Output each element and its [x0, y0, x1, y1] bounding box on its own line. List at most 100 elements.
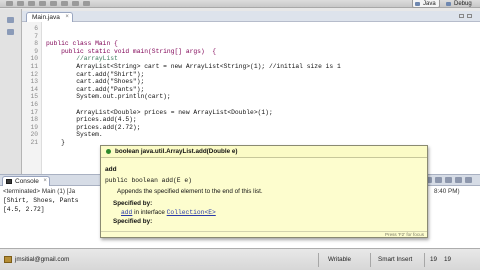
javadoc-footer: Press 'F2' for focus — [101, 231, 427, 238]
code-line: 6 — [22, 25, 480, 32]
line-number: 18 — [30, 116, 38, 124]
status-project: jmsitial@gmail.com — [15, 256, 70, 263]
line-number: 12 — [30, 70, 38, 78]
javadoc-specified-by-line: add in interface Collection<E> — [121, 209, 216, 216]
code-line: 13 cart.add("Shoes"); — [22, 78, 480, 85]
code-text: ArrayList<String> cart = new ArrayList<S… — [46, 63, 341, 70]
console-icon — [6, 179, 12, 184]
code-text: cart.add("Pants"); — [46, 85, 145, 93]
close-icon[interactable]: × — [65, 13, 69, 22]
code-text: cart.add("Shoes"); — [46, 78, 145, 86]
code-line: 15 System.out.println(cart); — [22, 93, 480, 100]
left-trim-bar — [0, 9, 22, 174]
editor-window-controls — [459, 14, 472, 18]
code-text: prices.add(2.72); — [46, 123, 141, 131]
javadoc-specified-by-label-2: Specified by: — [113, 218, 153, 225]
new-class-icon[interactable] — [72, 1, 79, 6]
perspective-debug-button[interactable]: Debug — [444, 0, 475, 8]
line-number: 7 — [34, 32, 38, 40]
new-file-icon[interactable] — [6, 1, 13, 6]
minimize-icon[interactable] — [459, 14, 464, 18]
main-toolbar: Java Debug — [0, 0, 480, 8]
status-divider — [318, 253, 319, 267]
javadoc-interface-text: in interface — [132, 209, 167, 216]
perspective-debug-label: Debug — [454, 1, 472, 7]
open-console-icon[interactable] — [465, 177, 472, 183]
status-writable: Writable — [328, 256, 351, 263]
line-number: 14 — [30, 85, 38, 93]
code-line: 17 ArrayList<Double> prices = new ArrayL… — [22, 109, 480, 116]
javadoc-hover-popup[interactable]: boolean java.util.ArrayList.add(Double e… — [100, 145, 428, 238]
status-divider — [370, 253, 371, 267]
line-number: 13 — [30, 78, 38, 86]
clear-console-icon[interactable] — [435, 177, 442, 183]
javadoc-header: boolean java.util.ArrayList.add(Double e… — [101, 146, 427, 158]
javadoc-focus-hint: Press 'F2' for focus — [384, 232, 424, 237]
javadoc-collection-link[interactable]: Collection<E> — [167, 209, 216, 216]
line-number: 17 — [30, 108, 38, 116]
pin-console-icon[interactable] — [455, 177, 462, 183]
status-col: 19 — [444, 256, 452, 263]
save-icon[interactable] — [17, 1, 24, 6]
code-text: public static void main(String[] args) { — [46, 47, 217, 55]
line-number: 20 — [30, 131, 38, 139]
line-number: 6 — [34, 25, 38, 32]
line-number: 15 — [30, 93, 38, 101]
new-package-icon[interactable] — [61, 1, 68, 6]
line-number: 10 — [30, 55, 38, 63]
run-icon[interactable] — [50, 1, 57, 6]
line-number: 9 — [34, 47, 38, 55]
package-explorer-icon[interactable] — [7, 17, 14, 23]
perspective-java-label: Java — [423, 1, 436, 7]
perspective-java-button[interactable]: Java — [412, 0, 440, 8]
public-method-icon — [106, 149, 111, 154]
maximize-icon[interactable] — [467, 14, 472, 18]
javadoc-declaration: public boolean add(E e) — [105, 177, 192, 184]
status-bar: jmsitial@gmail.com Writable Smart Insert… — [0, 248, 480, 270]
code-line: 12 cart.add("Shirt"); — [22, 71, 480, 78]
console-line: [Shirt, Shoes, Pants — [3, 197, 79, 204]
code-line: 7 — [22, 33, 480, 40]
console-line: [4.5, 2.72] — [3, 206, 45, 213]
status-insert-mode: Smart Insert — [378, 256, 413, 263]
status-line: 19 — [430, 256, 438, 263]
javadoc-specified-by-label: Specified by: — [113, 200, 153, 207]
tab-main-java-label: Main.java — [32, 14, 60, 21]
scroll-lock-icon[interactable] — [445, 177, 452, 183]
print-icon[interactable] — [28, 1, 35, 6]
debug-run-icon[interactable] — [39, 1, 46, 6]
status-divider — [424, 253, 425, 267]
console-timestamp: 8:40 PM) — [434, 188, 460, 195]
line-number: 19 — [30, 123, 38, 131]
hierarchy-icon[interactable] — [7, 29, 14, 35]
code-line: 18 prices.add(4.5); — [22, 116, 480, 123]
console-status-text: <terminated> Main (1) [Ja — [3, 188, 76, 195]
tab-console[interactable]: Console × — [2, 176, 50, 186]
code-line: 19 prices.add(2.72); — [22, 124, 480, 131]
tab-main-java[interactable]: Main.java × — [26, 12, 73, 22]
toolbar-icon-group — [6, 1, 90, 6]
code-line: 16 — [22, 101, 480, 108]
close-icon[interactable]: × — [43, 177, 47, 186]
code-text: System.out.println(cart); — [46, 93, 171, 101]
javadoc-method-name: add — [105, 166, 117, 173]
code-text: public class Main { — [46, 40, 118, 48]
code-text: System. — [46, 131, 103, 139]
line-number: 16 — [30, 101, 38, 108]
code-text: prices.add(4.5); — [46, 116, 137, 124]
code-line: 14 cart.add("Pants"); — [22, 86, 480, 93]
javadoc-description: Appends the specified element to the end… — [117, 188, 263, 195]
javadoc-add-link[interactable]: add — [121, 209, 132, 216]
code-line: 20 System. — [22, 131, 480, 138]
search-icon[interactable] — [83, 1, 90, 6]
tab-console-label: Console — [15, 178, 39, 185]
line-number: 8 — [34, 40, 38, 48]
code-line: 11 ArrayList<String> cart = new ArrayLis… — [22, 63, 480, 70]
code-text: cart.add("Shirt"); — [46, 70, 145, 78]
code-text: } — [46, 139, 65, 146]
code-line: 10 //arrayList — [22, 55, 480, 62]
code-text: //arrayList — [46, 55, 118, 63]
line-number: 11 — [30, 63, 38, 70]
line-number: 21 — [30, 139, 38, 146]
editor-tab-bar: Main.java × — [22, 11, 480, 22]
